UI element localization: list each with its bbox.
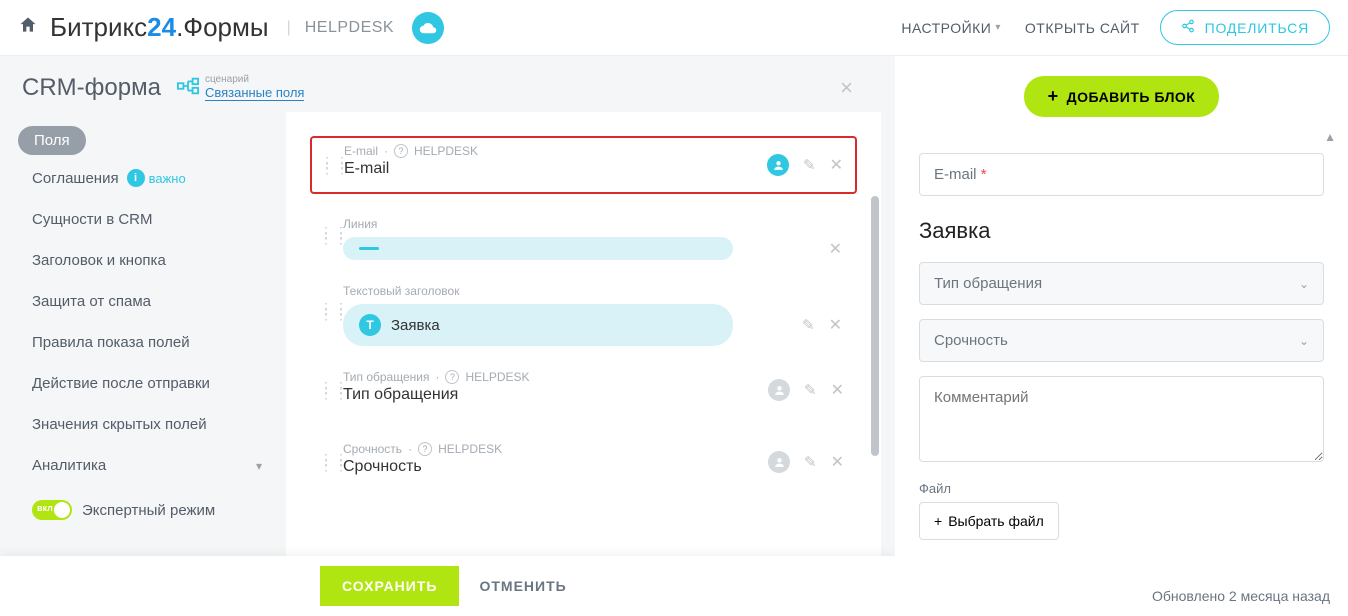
edit-icon[interactable]: ✎ bbox=[804, 453, 817, 471]
drag-handle-icon[interactable]: ⋮⋮⋮⋮ bbox=[319, 384, 349, 396]
drag-handle-icon[interactable]: ⋮⋮⋮⋮ bbox=[320, 159, 350, 171]
plus-icon: + bbox=[1048, 86, 1059, 107]
chevron-down-icon: ⌄ bbox=[1299, 277, 1309, 291]
plus-icon: + bbox=[934, 513, 942, 529]
sidebar-item-spam[interactable]: Защита от спама bbox=[18, 283, 276, 320]
preview-comment-textarea[interactable] bbox=[919, 376, 1324, 462]
sidebar-item-crm-entities[interactable]: Сущности в CRM bbox=[18, 201, 276, 238]
heading-text: Заявка bbox=[391, 317, 440, 334]
updated-toast: Обновлено 2 месяца назад bbox=[1144, 582, 1338, 610]
close-icon[interactable]: ✕ bbox=[829, 315, 842, 335]
breadcrumb-separator: | bbox=[287, 19, 291, 37]
edit-icon[interactable]: ✎ bbox=[804, 381, 817, 399]
breadcrumb-label: HELPDESK bbox=[305, 19, 394, 37]
home-icon[interactable] bbox=[18, 15, 38, 41]
scenario-link[interactable]: сценарий Связанные поля bbox=[177, 75, 305, 101]
sidebar-item-display-rules[interactable]: Правила показа полей bbox=[18, 324, 276, 361]
info-icon: i bbox=[127, 169, 145, 187]
nav-settings[interactable]: НАСТРОЙКИ ▾ bbox=[901, 20, 1001, 36]
cloud-icon[interactable] bbox=[412, 12, 444, 44]
edit-icon[interactable]: ✎ bbox=[802, 316, 815, 334]
edit-icon[interactable]: ✎ bbox=[803, 156, 816, 174]
toggle-knob bbox=[54, 502, 70, 518]
field-meta: Линия bbox=[343, 217, 842, 231]
add-block-button[interactable]: + ДОБАВИТЬ БЛОК bbox=[1024, 76, 1220, 117]
sidebar-item-header-button[interactable]: Заголовок и кнопка bbox=[18, 242, 276, 279]
hint-icon[interactable]: ? bbox=[445, 370, 459, 384]
expert-mode-row: вкл Экспертный режим bbox=[18, 490, 276, 530]
hint-icon[interactable]: ? bbox=[394, 144, 408, 158]
sidebar-item-hidden-values[interactable]: Значения скрытых полей bbox=[18, 406, 276, 443]
preview-panel: + ДОБАВИТЬ БЛОК ▲ E-mail * Заявка Тип об… bbox=[895, 56, 1348, 616]
scroll-up-icon[interactable]: ▲ bbox=[1324, 130, 1336, 144]
sidebar: Поля Соглашения i важно Сущности в CRM З… bbox=[0, 112, 286, 616]
field-card-line[interactable]: ⋮⋮⋮⋮ Линия ✕ bbox=[310, 208, 857, 261]
text-icon: T bbox=[359, 314, 381, 336]
chevron-down-icon: ▾ bbox=[995, 22, 1001, 33]
sidebar-item-after-submit[interactable]: Действие после отправки bbox=[18, 365, 276, 402]
field-card-urgency[interactable]: ⋮⋮⋮⋮ Срочность· ? HELPDESK Срочность ✎ ✕ bbox=[310, 433, 857, 491]
logo-number: 24 bbox=[147, 12, 176, 42]
close-icon[interactable]: ✕ bbox=[830, 155, 843, 175]
person-icon[interactable] bbox=[767, 154, 789, 176]
toggle-on-label: вкл bbox=[37, 503, 53, 513]
sidebar-item-analytics[interactable]: Аналитика ▾ bbox=[18, 447, 276, 484]
scenario-value-link[interactable]: Связанные поля bbox=[205, 85, 305, 101]
field-card-heading[interactable]: ⋮⋮⋮⋮ Текстовый заголовок T Заявка ✎ ✕ bbox=[310, 275, 857, 347]
field-meta: Текстовый заголовок bbox=[343, 284, 842, 298]
preview-file-label: Файл bbox=[919, 481, 1324, 496]
preview-section-title: Заявка bbox=[919, 218, 1324, 244]
drag-handle-icon[interactable]: ⋮⋮⋮⋮ bbox=[319, 456, 349, 468]
save-button[interactable]: СОХРАНИТЬ bbox=[320, 566, 459, 606]
scrollbar-thumb[interactable] bbox=[871, 196, 879, 456]
heading-pill: T Заявка bbox=[343, 304, 733, 346]
panel-title: CRM-форма bbox=[22, 74, 161, 102]
sidebar-item-fields[interactable]: Поля bbox=[18, 126, 86, 155]
preview-type-select[interactable]: Тип обращения ⌄ bbox=[919, 262, 1324, 305]
share-icon bbox=[1181, 19, 1195, 36]
editor-scrollbar[interactable] bbox=[871, 196, 881, 536]
preview-email-field[interactable]: E-mail * bbox=[919, 153, 1324, 196]
expert-mode-toggle[interactable]: вкл bbox=[32, 500, 72, 520]
person-icon[interactable] bbox=[768, 451, 790, 473]
field-card-type[interactable]: ⋮⋮⋮⋮ Тип обращения· ? HELPDESK Тип обращ… bbox=[310, 361, 857, 419]
drag-handle-icon[interactable]: ⋮⋮⋮⋮ bbox=[319, 229, 349, 241]
line-icon bbox=[359, 247, 379, 250]
left-panel-header: CRM-форма сценарий Связанные поля × bbox=[0, 56, 895, 112]
logo-brand: Битрикс bbox=[50, 12, 147, 42]
required-asterisk: * bbox=[981, 166, 987, 183]
scenario-small-label: сценарий bbox=[205, 75, 305, 85]
top-header: Битрикс24.Формы | HELPDESK НАСТРОЙКИ ▾ О… bbox=[0, 0, 1348, 56]
close-icon[interactable]: ✕ bbox=[831, 452, 844, 472]
chevron-down-icon: ⌄ bbox=[1299, 334, 1309, 348]
preview-file-button[interactable]: + Выбрать файл bbox=[919, 502, 1059, 540]
chevron-down-icon: ▾ bbox=[256, 459, 262, 473]
person-icon[interactable] bbox=[768, 379, 790, 401]
preview-urgency-select[interactable]: Срочность ⌄ bbox=[919, 319, 1324, 362]
close-icon[interactable]: ✕ bbox=[829, 239, 842, 259]
scenario-icon bbox=[177, 77, 199, 100]
form-editor: ⋮⋮⋮⋮ E-mail · ? HELPDESK E-mail ✎ ✕ bbox=[286, 112, 881, 616]
important-badge: i важно bbox=[127, 169, 186, 187]
footer-action-bar: СОХРАНИТЬ ОТМЕНИТЬ bbox=[0, 556, 895, 616]
expert-mode-label: Экспертный режим bbox=[82, 502, 215, 519]
sidebar-item-agreements[interactable]: Соглашения i важно bbox=[18, 159, 276, 197]
share-button[interactable]: ПОДЕЛИТЬСЯ bbox=[1160, 10, 1330, 45]
nav-open-site[interactable]: ОТКРЫТЬ САЙТ bbox=[1025, 20, 1140, 36]
hint-icon[interactable]: ? bbox=[418, 442, 432, 456]
drag-handle-icon[interactable]: ⋮⋮⋮⋮ bbox=[319, 305, 349, 317]
cancel-button[interactable]: ОТМЕНИТЬ bbox=[479, 578, 566, 594]
logo-suffix: .Формы bbox=[176, 12, 268, 42]
left-panel: CRM-форма сценарий Связанные поля × Поля bbox=[0, 56, 895, 616]
close-icon[interactable]: ✕ bbox=[831, 380, 844, 400]
divider-pill bbox=[343, 237, 733, 260]
field-card-email[interactable]: ⋮⋮⋮⋮ E-mail · ? HELPDESK E-mail ✎ ✕ bbox=[310, 136, 857, 194]
close-icon[interactable]: × bbox=[840, 75, 853, 101]
app-logo: Битрикс24.Формы bbox=[50, 12, 269, 43]
